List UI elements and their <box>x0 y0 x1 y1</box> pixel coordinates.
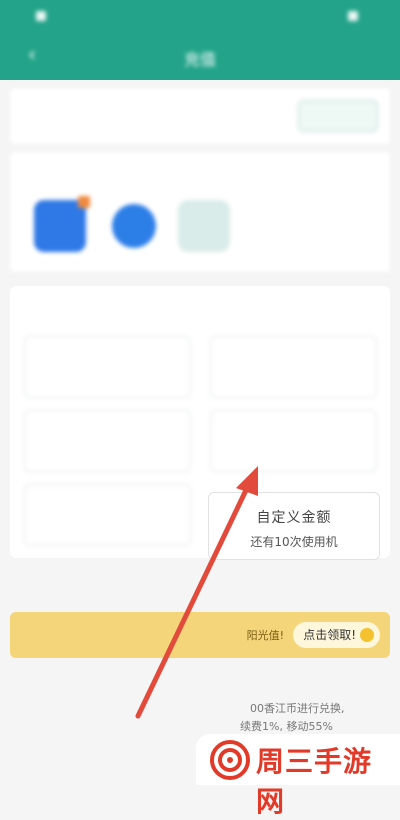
watermark-logo-icon <box>210 740 250 780</box>
annotation-arrow-icon <box>135 466 258 719</box>
watermark: 周三手游网 <box>196 734 400 818</box>
watermark-text: 周三手游网 <box>256 745 373 818</box>
